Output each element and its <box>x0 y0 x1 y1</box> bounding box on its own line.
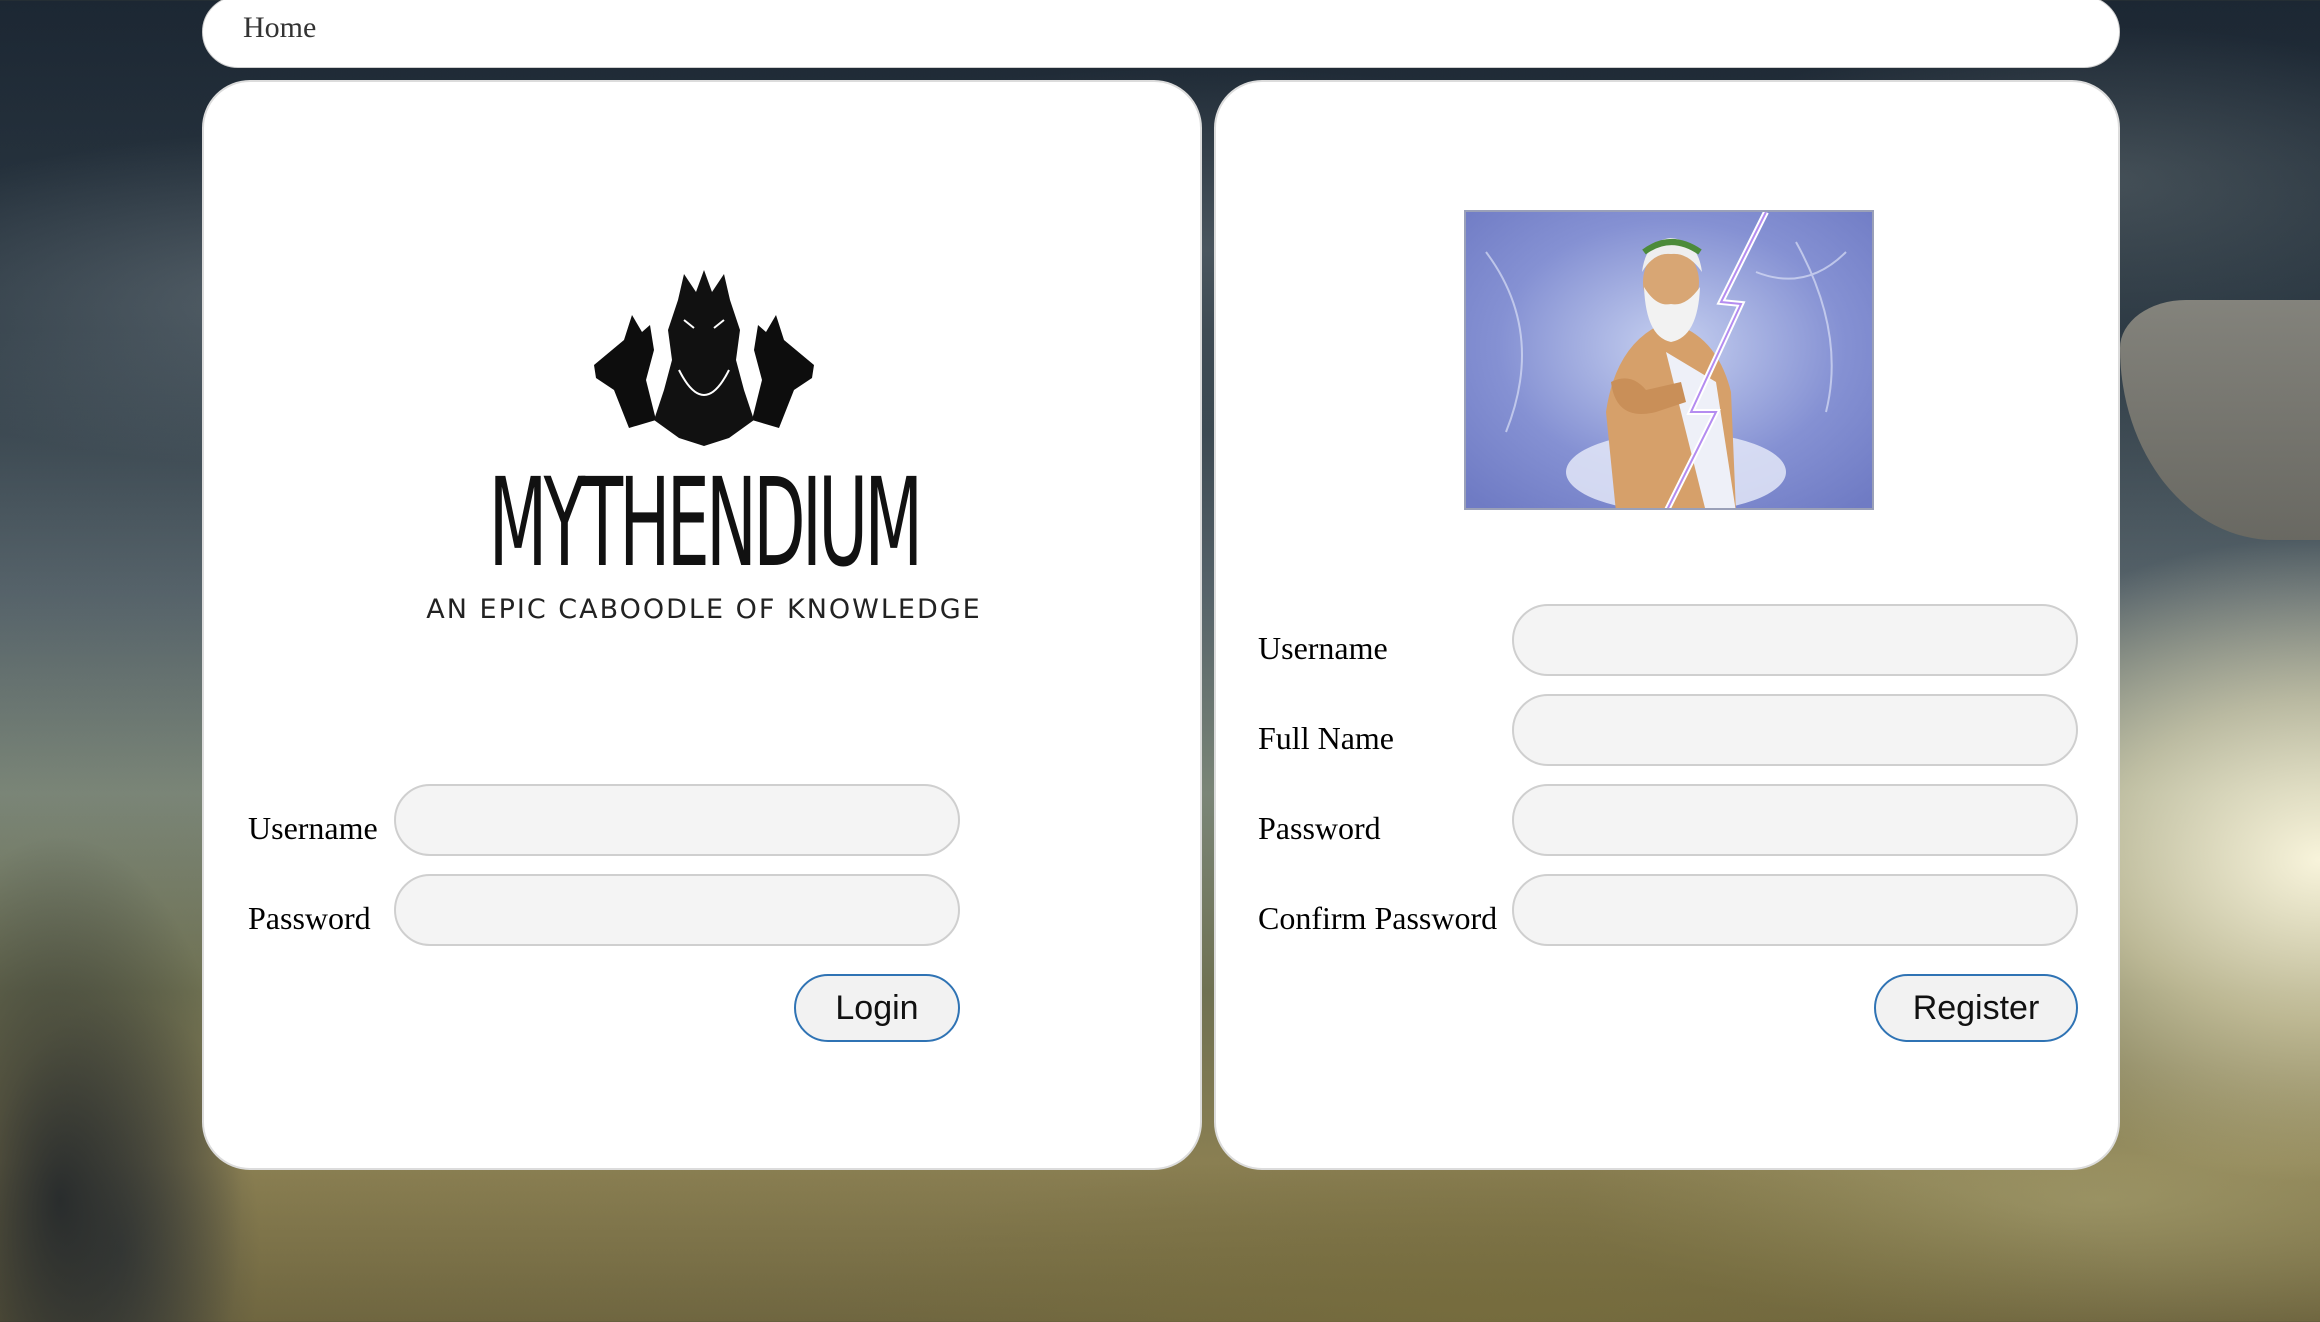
nav-home-link[interactable]: Home <box>243 11 316 45</box>
register-username-label: Username <box>1258 630 1388 666</box>
top-navbar: Home <box>202 0 2120 68</box>
login-password-label: Password <box>248 900 371 936</box>
zeus-image-icon <box>1466 212 1872 508</box>
logo-tagline: AN EPIC CABOODLE OF KNOWLEDGE <box>426 594 982 625</box>
register-password-input[interactable] <box>1512 784 2078 856</box>
register-card: Username Full Name Password Confirm Pass… <box>1214 80 2120 1170</box>
register-password-label: Password <box>1258 810 1381 846</box>
register-button[interactable]: Register <box>1874 974 2078 1042</box>
cerberus-logo-icon <box>594 270 814 446</box>
login-button[interactable]: Login <box>794 974 960 1042</box>
mythendium-logo: MYTHENDIUM AN EPIC CABOODLE OF KNOWLEDGE <box>204 82 1204 682</box>
logo-title: MYTHENDIUM <box>488 452 923 594</box>
register-username-input[interactable] <box>1512 604 2078 676</box>
login-username-label: Username <box>248 810 378 846</box>
register-confirm-password-label: Confirm Password <box>1258 900 1498 936</box>
login-username-input[interactable] <box>394 784 960 856</box>
zeus-illustration <box>1464 210 1874 510</box>
login-card: MYTHENDIUM AN EPIC CABOODLE OF KNOWLEDGE… <box>202 80 1202 1170</box>
register-fullname-label: Full Name <box>1258 720 1394 756</box>
register-fullname-input[interactable] <box>1512 694 2078 766</box>
login-password-input[interactable] <box>394 874 960 946</box>
background-floating-island <box>2120 300 2320 540</box>
register-confirm-password-input[interactable] <box>1512 874 2078 946</box>
